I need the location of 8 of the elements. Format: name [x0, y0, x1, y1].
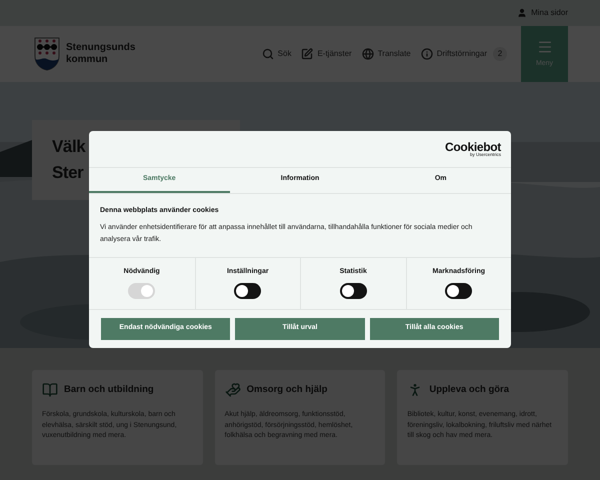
toggle-switch[interactable]: [445, 283, 472, 300]
toggle-switch[interactable]: [340, 283, 367, 300]
card-title: Omsorg och hjälp: [246, 382, 328, 397]
card-title: Uppleva och göra: [429, 382, 510, 397]
logo-text: Stenungsunds kommun: [66, 42, 136, 66]
toggle-switch[interactable]: [234, 283, 262, 300]
card-title: Barn och utbildning: [64, 382, 154, 397]
welcome-heading: Välk Ster: [52, 136, 86, 184]
